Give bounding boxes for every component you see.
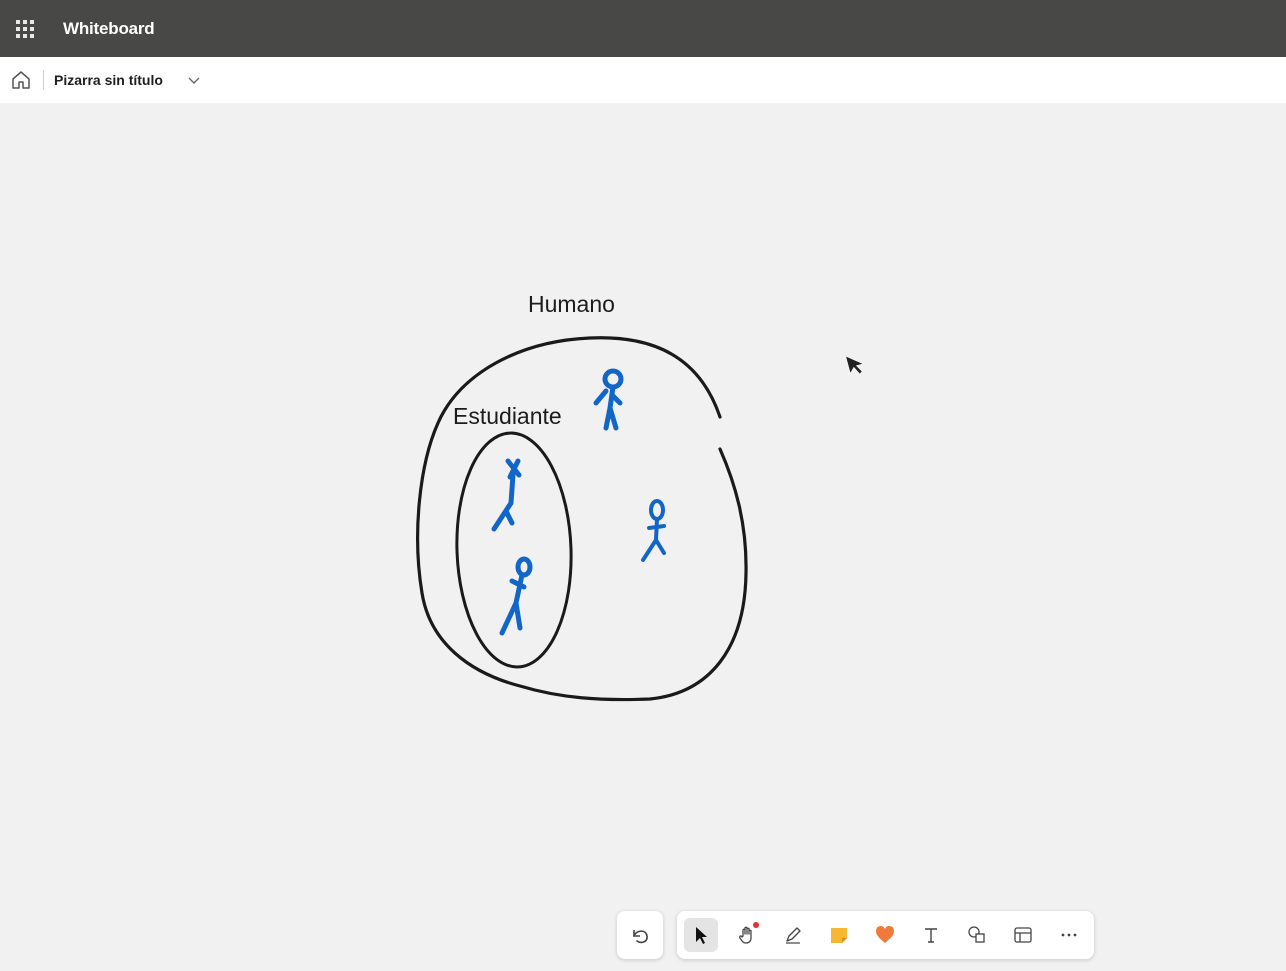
hand-tool[interactable]: [730, 918, 764, 952]
stick-figure: [491, 458, 522, 532]
text-icon: [925, 928, 937, 943]
whiteboard-canvas[interactable]: Humano Estudiante: [0, 103, 1286, 971]
document-bar: Pizarra sin título: [0, 57, 1286, 103]
chevron-down-icon[interactable]: [187, 74, 201, 86]
outer-loop-stroke: [416, 336, 748, 702]
pen-icon: [786, 927, 801, 944]
pen-tool[interactable]: [776, 918, 810, 952]
heart-icon: [876, 926, 894, 943]
stick-figure: [499, 556, 533, 636]
templates-tool[interactable]: [1006, 918, 1040, 952]
ink-drawing: [416, 336, 748, 702]
stick-figure: [593, 368, 624, 431]
bottom-toolbar: [677, 911, 1094, 959]
notification-dot: [753, 922, 759, 928]
sticky-note-icon: [831, 928, 847, 943]
shapes-tool[interactable]: [960, 918, 994, 952]
undo-button[interactable]: [617, 911, 663, 959]
sticky-note-tool[interactable]: [822, 918, 856, 952]
mouse-cursor-icon: [845, 352, 867, 378]
hand-icon: [739, 926, 752, 944]
undo-icon: [633, 930, 648, 944]
divider: [43, 70, 44, 90]
app-header: Whiteboard: [0, 0, 1286, 57]
label-humano[interactable]: Humano: [528, 291, 615, 318]
home-icon[interactable]: [10, 69, 32, 91]
pointer-icon: [696, 927, 707, 944]
app-title: Whiteboard: [63, 19, 155, 38]
app-launcher-icon[interactable]: [14, 18, 36, 40]
shapes-icon: [968, 926, 985, 943]
stick-figure: [641, 499, 666, 562]
board-title[interactable]: Pizarra sin título: [54, 72, 163, 88]
reaction-tool[interactable]: [868, 918, 902, 952]
select-tool[interactable]: [684, 918, 718, 952]
more-icon: [1061, 933, 1077, 937]
more-options[interactable]: [1052, 918, 1086, 952]
label-estudiante[interactable]: Estudiante: [453, 403, 562, 430]
template-icon: [1014, 927, 1032, 943]
text-tool[interactable]: [914, 918, 948, 952]
